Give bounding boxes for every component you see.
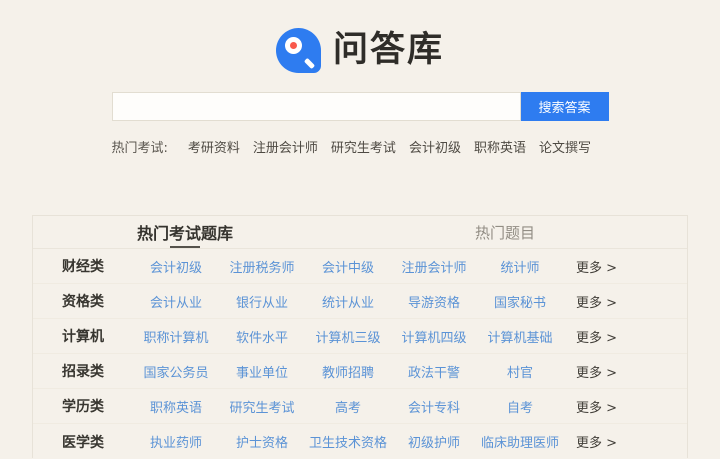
exam-link[interactable]: 高考 [305, 397, 391, 416]
exam-link[interactable]: 会计初级 [133, 257, 219, 276]
exam-link[interactable]: 政法干警 [391, 362, 477, 381]
hot-exam-link[interactable]: 论文撰写 [539, 137, 591, 156]
exam-link[interactable]: 会计中级 [305, 257, 391, 276]
exam-link[interactable]: 导游资格 [391, 292, 477, 311]
search-button[interactable]: 搜索答案 [520, 92, 609, 121]
table-header: 热门考试题库 热门题目 [33, 216, 687, 249]
exam-link[interactable]: 教师招聘 [305, 362, 391, 381]
table-row-finance: 财经类 会计初级 注册税务师 会计中级 注册会计师 统计师 更多 > [33, 249, 687, 284]
exam-category-table: 热门考试题库 热门题目 财经类 会计初级 注册税务师 会计中级 注册会计师 统计… [32, 215, 688, 458]
exam-link[interactable]: 软件水平 [219, 327, 305, 346]
qa-bubble-ring [284, 37, 302, 54]
hot-exam-link[interactable]: 会计初级 [409, 137, 461, 156]
category-label: 学历类 [62, 399, 104, 415]
category-label: 医学类 [62, 434, 104, 451]
table-row-computer: 计算机 职称计算机 软件水平 计算机三级 计算机四级 计算机基础 更多 > [33, 319, 687, 354]
table-row-recruitment: 招录类 国家公务员 事业单位 教师招聘 政法干警 村官 更多 > [33, 354, 687, 389]
table-row-education: 学历类 职称英语 研究生考试 高考 会计专科 自考 更多 > [33, 389, 687, 424]
qa-bubble-tail [303, 57, 316, 70]
more-link[interactable]: 更多 > [576, 257, 617, 276]
category-label: 计算机 [62, 329, 104, 345]
more-link[interactable]: 更多 > [576, 397, 617, 416]
exam-link[interactable]: 职称计算机 [133, 327, 219, 346]
exam-link[interactable]: 研究生考试 [219, 397, 305, 416]
exam-link[interactable]: 自考 [477, 397, 563, 416]
more-link[interactable]: 更多 > [576, 432, 617, 451]
more-link[interactable]: 更多 > [576, 292, 617, 311]
exam-link[interactable]: 会计专科 [391, 397, 477, 416]
exam-link[interactable]: 国家公务员 [133, 362, 219, 381]
hot-exam-link[interactable]: 注册会计师 [253, 137, 318, 156]
exam-link[interactable]: 事业单位 [219, 362, 305, 381]
more-link[interactable]: 更多 > [576, 327, 617, 346]
exam-link[interactable]: 注册会计师 [391, 257, 477, 276]
exam-link[interactable]: 村官 [477, 362, 563, 381]
hot-exams-row: 热门考试: 考研资料 注册会计师 研究生考试 会计初级 职称英语 论文撰写 [112, 137, 609, 156]
exam-link[interactable]: 初级护师 [391, 432, 477, 451]
exam-link[interactable]: 卫生技术资格 [305, 432, 391, 451]
site-title: 问答库 [332, 30, 444, 70]
hot-exams-label: 热门考试: [111, 141, 168, 156]
exam-link[interactable]: 统计师 [477, 257, 563, 276]
category-label: 资格类 [62, 294, 104, 310]
hot-exam-link[interactable]: 考研资料 [188, 137, 240, 156]
qa-bubble-icon [275, 28, 321, 73]
search-input[interactable] [111, 92, 521, 121]
table-row-medical: 医学类 执业药师 护士资格 卫生技术资格 初级护师 临床助理医师 更多 > [33, 424, 687, 459]
exam-link[interactable]: 计算机基础 [477, 327, 563, 346]
exam-link[interactable]: 护士资格 [219, 432, 305, 451]
exam-link[interactable]: 计算机三级 [305, 327, 391, 346]
exam-link[interactable]: 计算机四级 [391, 327, 477, 346]
category-label: 财经类 [62, 259, 104, 275]
exam-link[interactable]: 注册税务师 [219, 257, 305, 276]
exam-link[interactable]: 银行从业 [219, 292, 305, 311]
table-row-qualification: 资格类 会计从业 银行从业 统计从业 导游资格 国家秘书 更多 > [33, 284, 687, 319]
active-tab-underline [170, 246, 200, 248]
tab-hot-questions[interactable]: 热门题目 [475, 216, 535, 248]
category-label: 招录类 [62, 364, 104, 380]
tab-hot-exam-banks[interactable]: 热门考试题库 [137, 216, 233, 248]
tab-label: 热门考试题库 [137, 224, 234, 243]
hot-exam-link[interactable]: 职称英语 [474, 137, 526, 156]
search-bar: 搜索答案 [111, 92, 609, 121]
hot-exam-link[interactable]: 研究生考试 [331, 137, 396, 156]
exam-link[interactable]: 临床助理医师 [477, 432, 563, 451]
exam-link[interactable]: 执业药师 [133, 432, 219, 451]
exam-link[interactable]: 统计从业 [305, 292, 391, 311]
exam-link[interactable]: 国家秘书 [477, 292, 563, 311]
logo: 问答库 [0, 0, 720, 74]
more-link[interactable]: 更多 > [576, 362, 617, 381]
exam-link[interactable]: 职称英语 [133, 397, 219, 416]
tab-label: 热门题目 [475, 223, 536, 242]
exam-link[interactable]: 会计从业 [133, 292, 219, 311]
